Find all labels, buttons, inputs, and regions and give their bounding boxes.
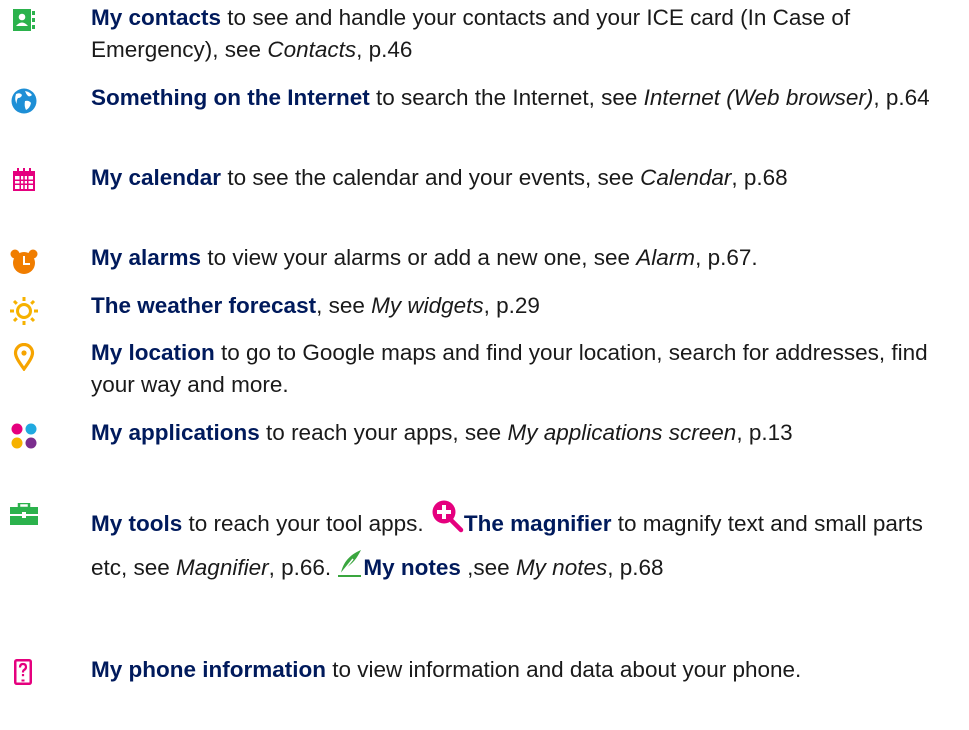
page-number: , p.66. [268, 555, 338, 580]
page-number: , p.29 [483, 293, 540, 318]
list-item-text: The weather forecast, see My widgets, p.… [91, 290, 951, 322]
app-grid-icon [0, 417, 40, 449]
item-title: My contacts [91, 5, 222, 30]
page-number: , p.64 [873, 85, 930, 110]
notes-description: ,see [460, 555, 516, 580]
item-description: to reach your tool apps. [182, 511, 430, 536]
item-title: The weather forecast [91, 293, 317, 318]
calendar-icon [0, 162, 40, 192]
page-reference: Contacts [267, 37, 357, 62]
item-title: Something on the Internet [91, 85, 370, 110]
pen-icon [337, 549, 363, 591]
page-reference: My widgets [371, 293, 484, 318]
list-item-text: My location to go to Google maps and fin… [91, 337, 951, 401]
page-reference: Magnifier [176, 555, 269, 580]
item-description: to view information and data about your … [326, 657, 802, 682]
item-description: to view your alarms or add a new one, se… [201, 245, 637, 270]
item-title: My location [91, 340, 215, 365]
item-title: My tools [91, 511, 183, 536]
page-reference: Alarm [636, 245, 696, 270]
page-number: , p.68 [731, 165, 788, 190]
page-number: , p.46 [356, 37, 413, 62]
item-title: My alarms [91, 245, 202, 270]
notes-title: My notes [363, 555, 461, 580]
list-item-text: Something on the Internet to search the … [91, 82, 951, 114]
page-number: , p.13 [736, 420, 793, 445]
item-description: to reach your apps, see [259, 420, 508, 445]
map-pin-icon [0, 337, 40, 371]
globe-icon [0, 82, 40, 114]
item-title: My calendar [91, 165, 222, 190]
list-item-text: My calendar to see the calendar and your… [91, 162, 951, 194]
list-item-text: My tools to reach your tool apps. The ma… [91, 499, 951, 591]
list-item-text: My applications to reach your apps, see … [91, 417, 951, 449]
magnifier-icon [430, 499, 464, 547]
list-item-text: My contacts to see and handle your conta… [91, 2, 951, 66]
page-reference: Calendar [640, 165, 732, 190]
page-reference: My applications screen [507, 420, 737, 445]
page-reference: My notes [515, 555, 608, 580]
item-title: My phone information [91, 657, 326, 682]
item-description: , see [316, 293, 372, 318]
phone-question-icon [0, 654, 40, 685]
sun-icon [0, 290, 40, 325]
list-item-text: My phone information to view information… [91, 654, 951, 686]
page-number: , p.67. [695, 245, 758, 270]
item-title: My applications [91, 420, 260, 445]
page-reference: Internet (Web browser) [643, 85, 874, 110]
magnifier-title: The magnifier [463, 511, 612, 536]
contacts-book-icon [0, 2, 40, 32]
item-description: to go to Google maps and find your locat… [91, 340, 928, 397]
alarm-clock-icon [0, 242, 40, 274]
item-description: to see the calendar and your events, see [221, 165, 641, 190]
page-number: , p.68 [607, 555, 664, 580]
item-description: to search the Internet, see [369, 85, 644, 110]
toolbox-icon [0, 499, 40, 529]
list-item-text: My alarms to view your alarms or add a n… [91, 242, 951, 274]
